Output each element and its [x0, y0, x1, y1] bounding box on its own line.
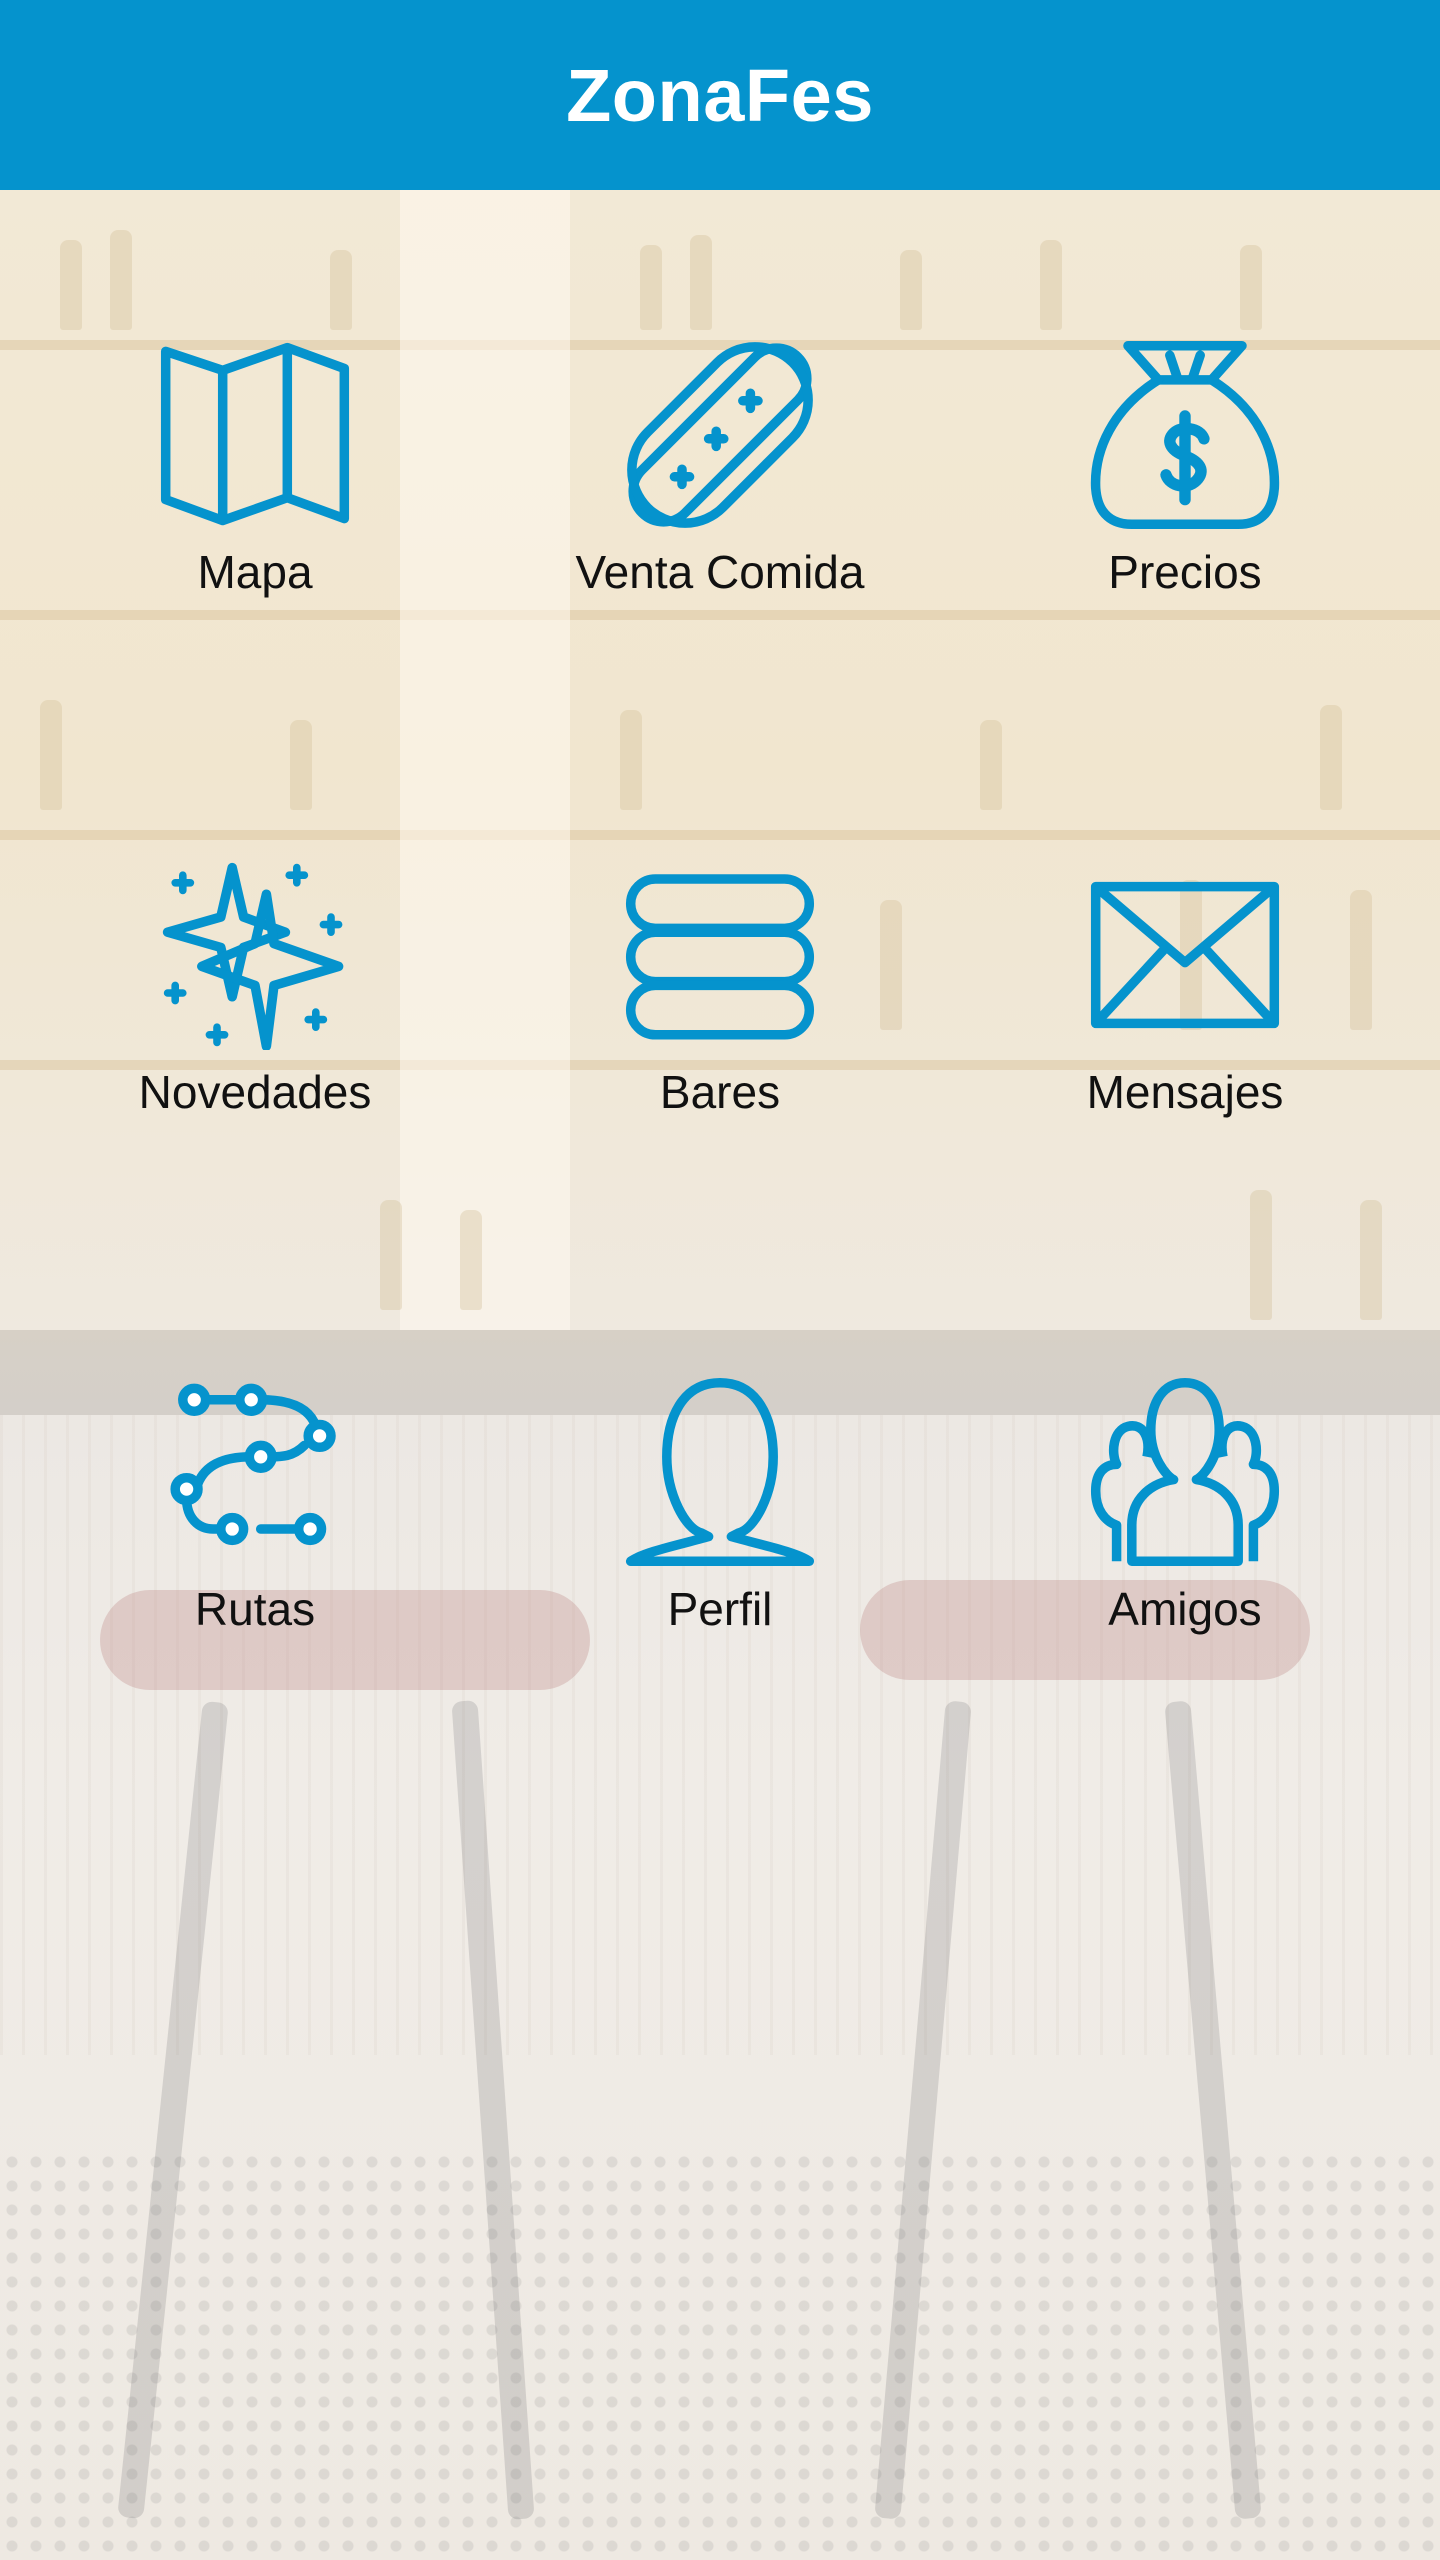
menu-item-precios[interactable]: Precios	[1005, 340, 1365, 600]
menu-item-bares[interactable]: Bares	[540, 860, 900, 1120]
sparkles-icon	[162, 862, 344, 1050]
hotdog-icon	[627, 342, 813, 528]
menu-item-label: Mapa	[197, 546, 313, 598]
stack-icon	[625, 874, 815, 1040]
menu-item-venta-comida[interactable]: Venta Comida	[540, 340, 900, 600]
menu-item-mapa[interactable]: Mapa	[75, 340, 435, 600]
menu-item-label: Rutas	[194, 1583, 316, 1635]
menu-item-rutas[interactable]: Rutas	[75, 1377, 435, 1637]
menu-item-label: Precios	[1108, 546, 1262, 598]
menu-item-label: Perfil	[667, 1583, 773, 1635]
menu-item-perfil[interactable]: Perfil	[540, 1377, 900, 1637]
menu-item-label: Amigos	[1108, 1583, 1262, 1635]
menu-item-label: Novedades	[138, 1066, 372, 1118]
menu-item-label: Mensajes	[1086, 1066, 1284, 1118]
envelope-icon	[1090, 881, 1280, 1029]
menu-item-label: Bares	[659, 1066, 781, 1118]
app-title: ZonaFes	[566, 53, 874, 137]
app-bar: ZonaFes	[0, 0, 1440, 190]
menu-item-label: Venta Comida	[575, 546, 865, 598]
route-icon	[170, 1383, 336, 1546]
person-icon	[625, 1377, 815, 1567]
menu-item-novedades[interactable]: Novedades	[75, 860, 435, 1120]
group-icon	[1090, 1377, 1280, 1567]
menu-item-amigos[interactable]: Amigos	[1005, 1377, 1365, 1637]
menu-item-mensajes[interactable]: Mensajes	[1005, 860, 1365, 1120]
map-icon	[160, 342, 350, 526]
money-bag-icon	[1090, 340, 1280, 530]
